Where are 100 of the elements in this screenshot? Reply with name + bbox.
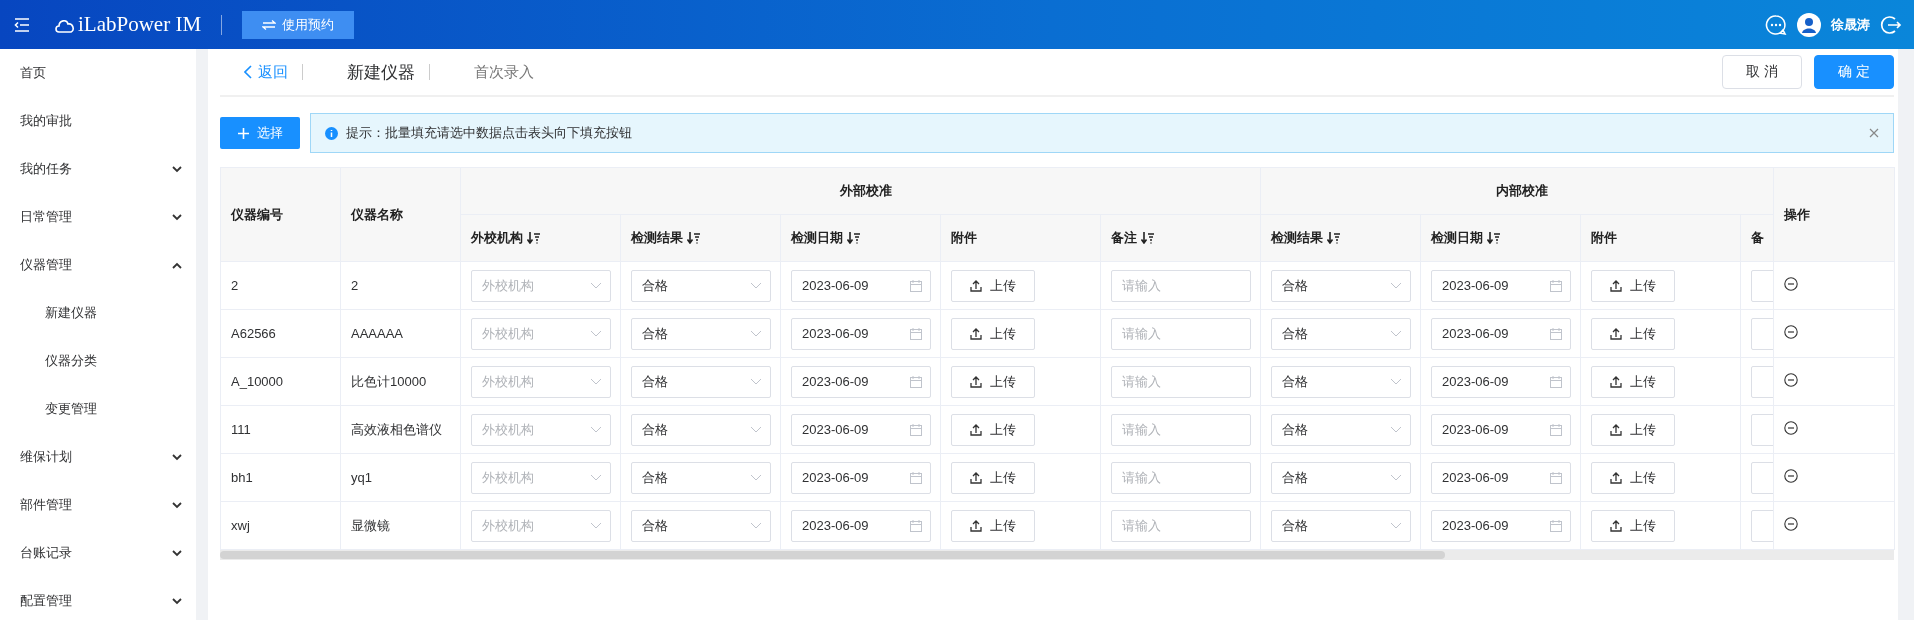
sidebar-item[interactable]: 我的任务 (0, 145, 196, 193)
sort-icon[interactable] (847, 232, 860, 244)
column-header: 备 (1740, 214, 1774, 262)
sort-icon[interactable] (1141, 232, 1154, 244)
select-field[interactable]: 合格 (631, 413, 771, 446)
upload-button[interactable]: 上传 (951, 461, 1035, 494)
logout-icon[interactable] (1880, 13, 1902, 36)
chevron-down-icon (1390, 330, 1403, 337)
date-field[interactable]: 2023-06-09 (791, 461, 931, 494)
calendar-icon (910, 519, 922, 532)
sort-icon[interactable] (1327, 232, 1341, 244)
remark-field[interactable]: 请输入 (1111, 365, 1251, 398)
date-field[interactable]: 2023-06-09 (1431, 461, 1572, 494)
menu-icon[interactable] (14, 17, 30, 32)
calendar-icon (1550, 519, 1563, 532)
upload-icon (1610, 423, 1623, 436)
remark-field[interactable]: 请输入 (1111, 461, 1251, 494)
back-icon (244, 65, 252, 79)
upload-button[interactable]: 上传 (1591, 269, 1676, 302)
upload-button[interactable]: 上传 (951, 509, 1035, 542)
upload-button[interactable]: 上传 (1591, 461, 1676, 494)
cancel-button[interactable]: 取 消 (1722, 55, 1802, 89)
date-field[interactable]: 2023-06-09 (1431, 509, 1572, 542)
chevron-down-icon (172, 597, 182, 605)
date-field[interactable]: 2023-06-09 (791, 269, 931, 302)
column-header: 操作 (1773, 167, 1895, 262)
chevron-down-icon (750, 474, 762, 481)
select-field[interactable]: 合格 (631, 317, 771, 350)
select-field[interactable]: 合格 (1271, 509, 1412, 542)
upload-button[interactable]: 上传 (951, 317, 1035, 350)
select-field[interactable]: 合格 (631, 509, 771, 542)
upload-button[interactable]: 上传 (951, 269, 1035, 302)
date-field[interactable]: 2023-06-09 (1431, 365, 1572, 398)
remove-icon[interactable] (1784, 277, 1799, 291)
upload-icon (1610, 375, 1623, 388)
chevron-down-icon (590, 330, 602, 337)
sidebar-item[interactable]: 日常管理 (0, 193, 196, 241)
sidebar-item[interactable]: 配置管理 (0, 577, 196, 620)
remark-field[interactable]: 请输入 (1111, 269, 1251, 302)
sidebar-item[interactable]: 变更管理 (0, 385, 196, 433)
chevron-down-icon (1390, 474, 1403, 481)
chevron-down-icon (172, 501, 182, 509)
upload-button[interactable]: 上传 (951, 365, 1035, 398)
chevron-down-icon (590, 426, 602, 433)
date-field[interactable]: 2023-06-09 (791, 413, 931, 446)
calendar-icon (1550, 279, 1563, 292)
sidebar-item[interactable]: 首页 (0, 49, 196, 97)
select-field[interactable]: 合格 (1271, 317, 1412, 350)
remove-icon[interactable] (1784, 325, 1799, 339)
upload-button[interactable]: 上传 (1591, 413, 1676, 446)
remove-icon[interactable] (1784, 517, 1799, 531)
calendar-icon (1550, 375, 1563, 388)
column-header: 检测结果 (620, 214, 781, 262)
remark-field[interactable]: 请输入 (1111, 509, 1251, 542)
date-field[interactable]: 2023-06-09 (791, 365, 931, 398)
select-field[interactable]: 合格 (1271, 413, 1412, 446)
date-field[interactable]: 2023-06-09 (791, 509, 931, 542)
user-name[interactable]: 徐晟涛 (1831, 15, 1870, 34)
upload-icon (970, 423, 982, 436)
sort-icon[interactable] (687, 232, 700, 244)
select-field[interactable]: 合格 (1271, 269, 1412, 302)
select-field[interactable]: 合格 (631, 365, 771, 398)
upload-icon (1610, 327, 1623, 340)
sort-icon[interactable] (1487, 232, 1501, 244)
select-field[interactable]: 合格 (631, 461, 771, 494)
remark-field[interactable]: 请输入 (1111, 317, 1251, 350)
chevron-down-icon (590, 282, 602, 289)
upload-button[interactable]: 上传 (951, 413, 1035, 446)
chevron-down-icon (172, 453, 182, 461)
table-cell: xwj (231, 518, 250, 533)
date-field[interactable]: 2023-06-09 (1431, 317, 1572, 350)
upload-button[interactable]: 上传 (1591, 365, 1676, 398)
date-field[interactable]: 2023-06-09 (1431, 269, 1572, 302)
date-field[interactable]: 2023-06-09 (791, 317, 931, 350)
select-field[interactable]: 合格 (1271, 461, 1412, 494)
sidebar-item[interactable]: 部件管理 (0, 481, 196, 529)
chat-icon[interactable] (1765, 13, 1787, 36)
remark-field[interactable]: 请输入 (1111, 413, 1251, 446)
sidebar-item[interactable]: 台账记录 (0, 529, 196, 577)
calendar-icon (1550, 423, 1563, 436)
sidebar-item[interactable]: 我的审批 (0, 97, 196, 145)
sidebar-item[interactable]: 仪器管理 (0, 241, 196, 289)
avatar-icon[interactable] (1797, 12, 1821, 37)
remove-icon[interactable] (1784, 469, 1799, 483)
column-group-header: 外部校准 (460, 167, 1261, 215)
select-field[interactable]: 合格 (1271, 365, 1412, 398)
date-field[interactable]: 2023-06-09 (1431, 413, 1572, 446)
upload-button[interactable]: 上传 (1591, 317, 1676, 350)
horizontal-scrollbar[interactable] (220, 550, 1894, 560)
chevron-down-icon (172, 549, 182, 557)
sidebar-item[interactable]: 新建仪器 (0, 289, 196, 337)
upload-button[interactable]: 上传 (1591, 509, 1676, 542)
close-icon[interactable] (1869, 128, 1879, 138)
sort-icon[interactable] (527, 232, 540, 244)
remove-icon[interactable] (1784, 373, 1799, 387)
remove-icon[interactable] (1784, 421, 1799, 435)
sidebar-item[interactable]: 仪器分类 (0, 337, 196, 385)
sidebar-item[interactable]: 维保计划 (0, 433, 196, 481)
select-field[interactable]: 合格 (631, 269, 771, 302)
swap-icon (262, 19, 277, 30)
